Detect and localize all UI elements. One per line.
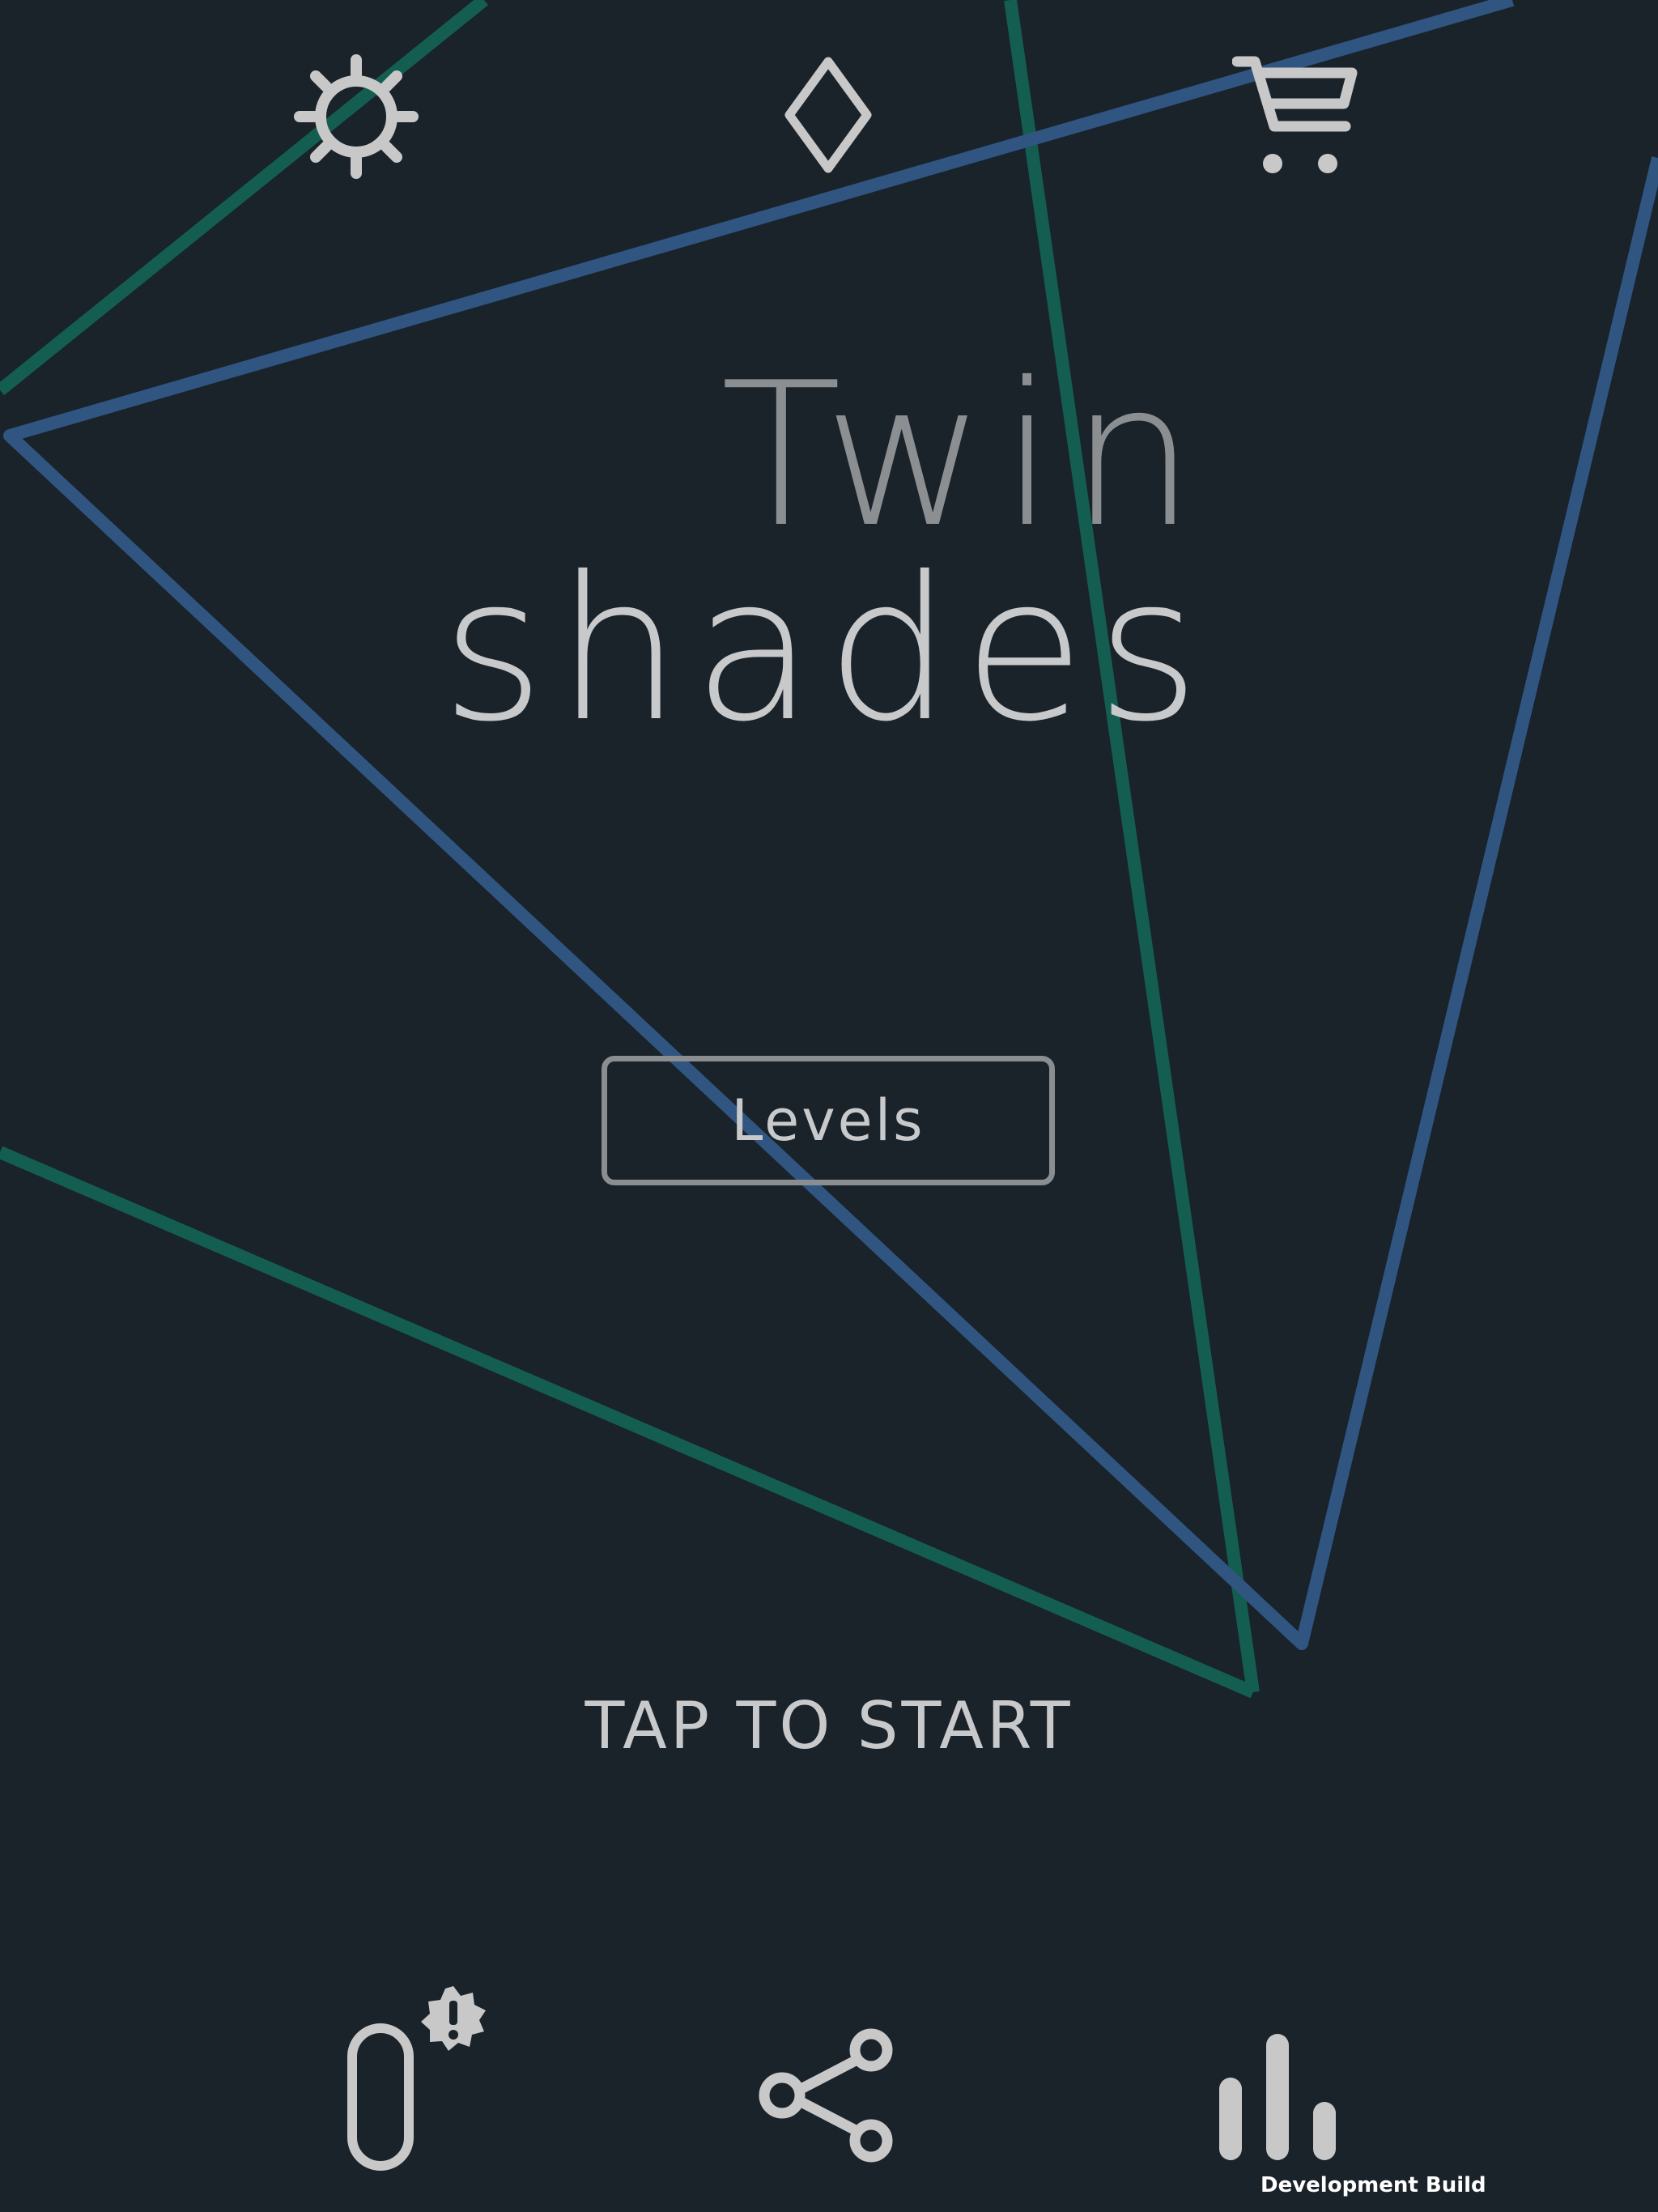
tap-to-start-prompt[interactable]: TAP TO START — [0, 1688, 1658, 1763]
gear-icon[interactable] — [291, 52, 421, 181]
blue-triangle — [3, 0, 1658, 1650]
green-line-long — [1004, 0, 1260, 1694]
stats-icon[interactable] — [1214, 2032, 1344, 2162]
game-screen[interactable]: Twin shades Levels TAP TO START Developm… — [0, 0, 1658, 2212]
alert-badge-icon — [421, 1986, 486, 2051]
title-twin: Twin — [721, 340, 1210, 571]
share-icon[interactable] — [758, 2024, 900, 2167]
cart-icon[interactable] — [1232, 55, 1362, 177]
development-build-label: Development Build — [1261, 2173, 1486, 2197]
capsule-icon[interactable] — [344, 2020, 417, 2174]
title-shades: shades — [441, 534, 1211, 765]
diamond-icon[interactable] — [781, 55, 875, 175]
levels-button[interactable]: Levels — [602, 1056, 1055, 1185]
